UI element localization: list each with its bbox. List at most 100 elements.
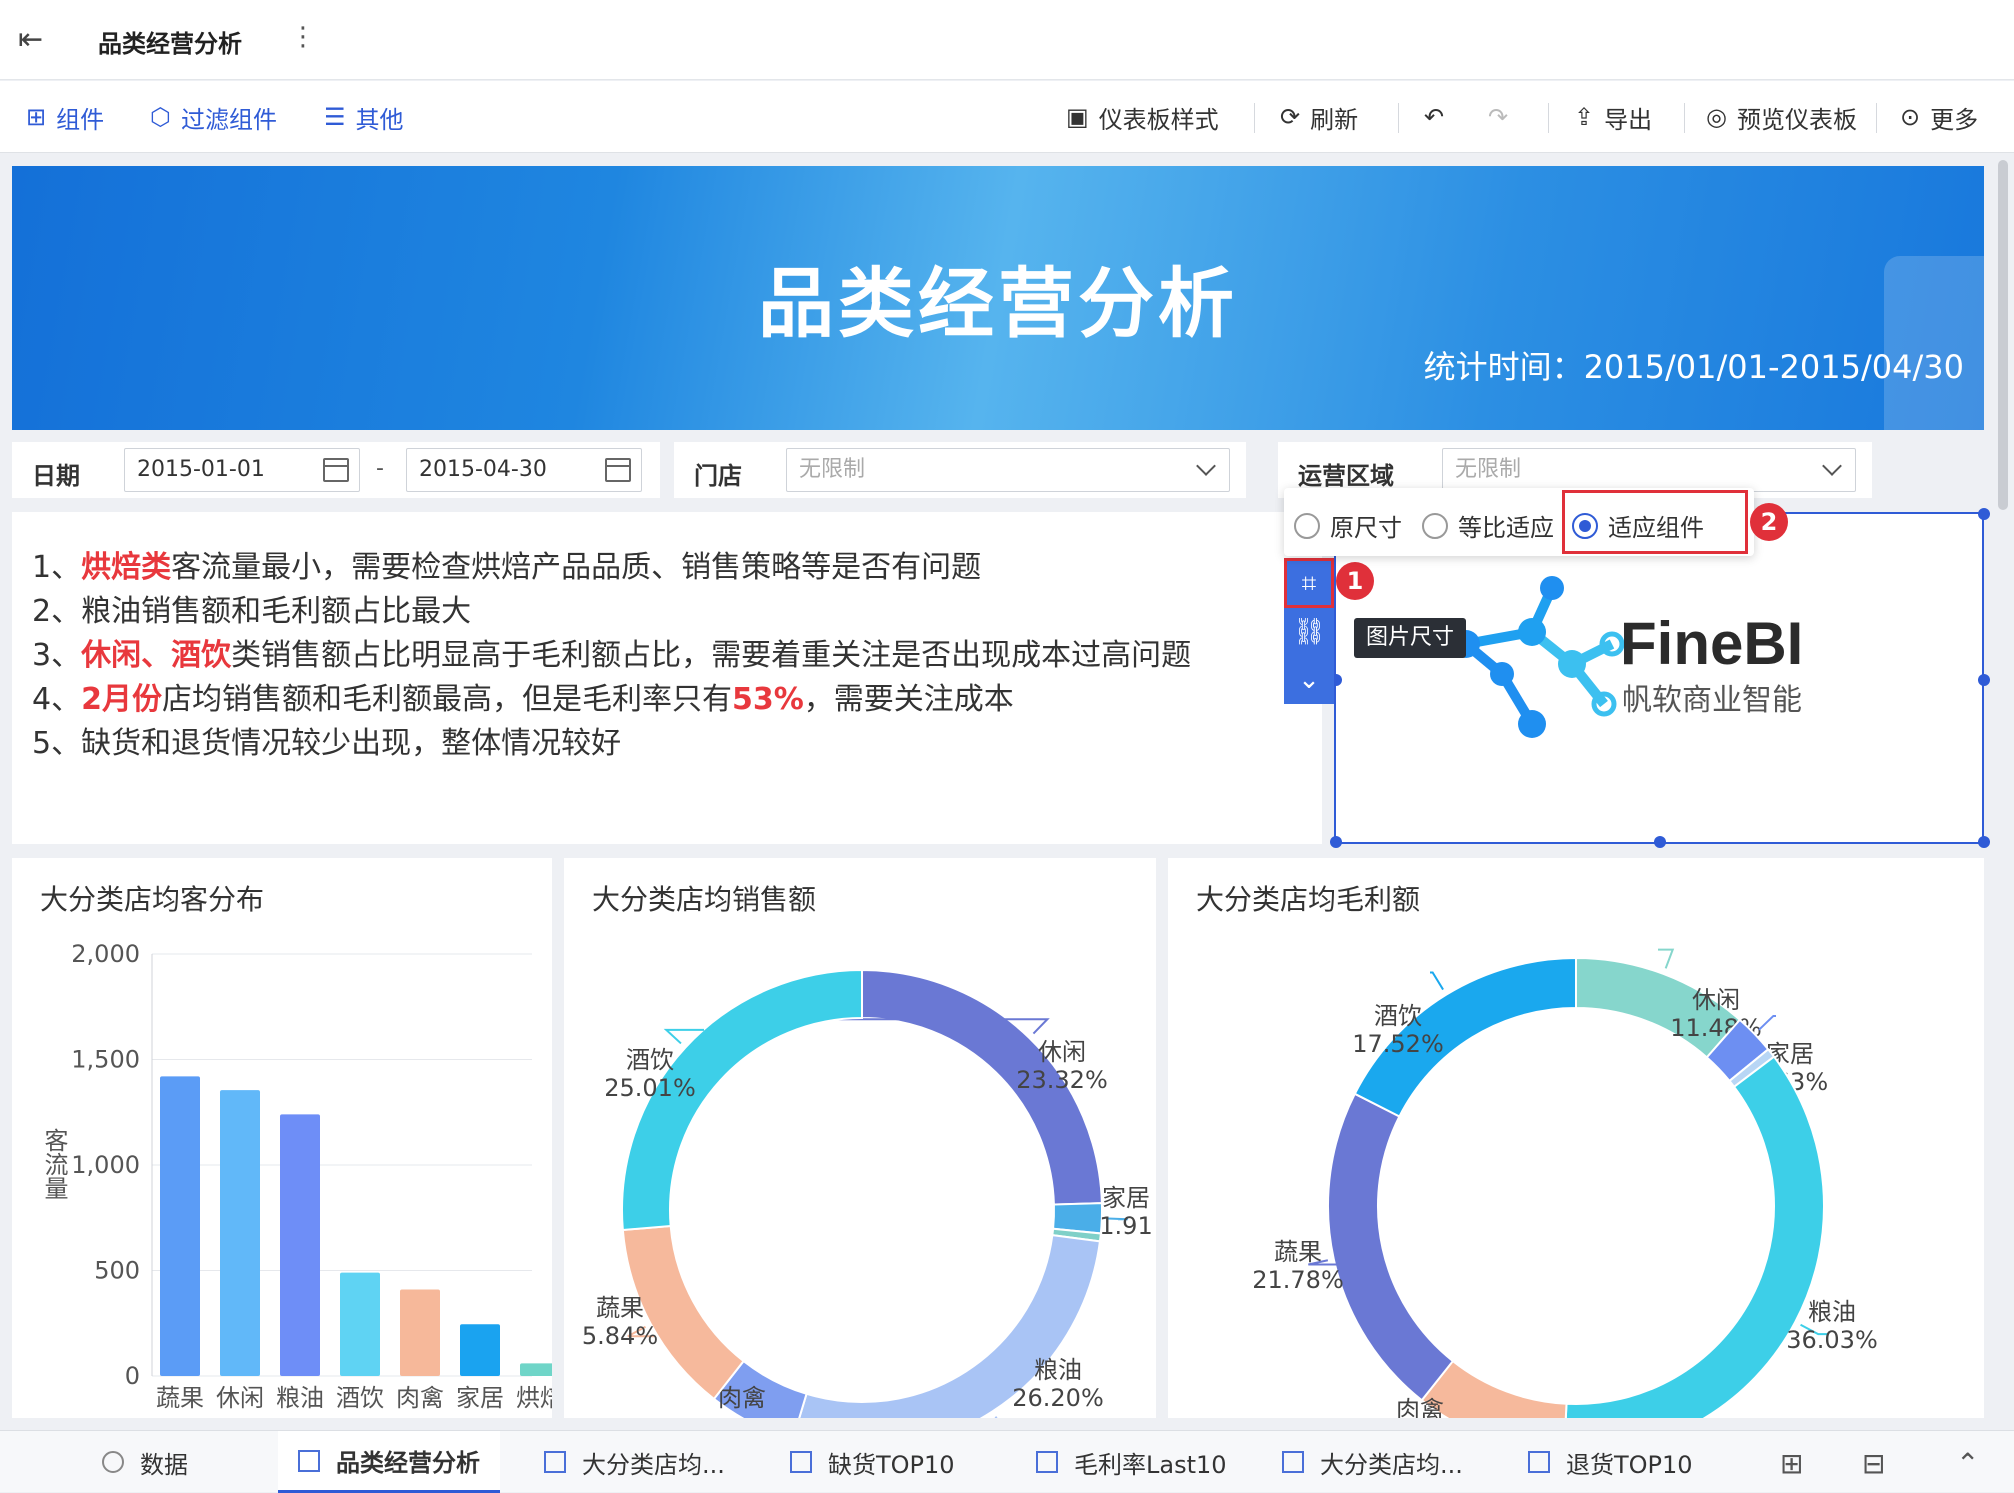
resize-handle[interactable] <box>1330 836 1342 848</box>
bar-chart-panel[interactable]: 大分类店均客分布 2,000 1,500 1,000 500 0 客流量 蔬果 休闲 粮油 酒饮肉… <box>12 858 552 1418</box>
undo-button[interactable]: ↶ <box>1424 99 1454 135</box>
tab-sheet-3[interactable]: 毛利率Last10 <box>1036 1431 1227 1493</box>
slice-value-label: 17.52% <box>1352 1030 1444 1058</box>
slice-name-label: 家居 <box>1102 1184 1150 1212</box>
slice-value-label: 5.84% <box>582 1322 658 1350</box>
style-icon: ▣ <box>1066 103 1089 131</box>
x-tick-label: 休闲 <box>216 1384 264 1412</box>
image-component[interactable]: FineBI 帆软商业智能 <box>1330 508 1990 848</box>
tab-category-analysis[interactable]: 品类经营分析 <box>278 1431 500 1493</box>
tab-sheet-4[interactable]: 大分类店均... <box>1282 1431 1463 1493</box>
chevron-circle-icon[interactable]: ⌄ <box>1293 664 1325 696</box>
refresh-button[interactable]: ⟳ 刷新 <box>1280 99 1358 135</box>
chevron-down-icon <box>1196 456 1216 476</box>
chart-title: 大分类店均毛利额 <box>1196 883 1421 916</box>
bar <box>220 1090 260 1376</box>
toolbar-divider <box>1254 103 1255 133</box>
radio-original-size[interactable]: 原尺寸 <box>1294 508 1402 543</box>
chevron-down-icon <box>1822 456 1842 476</box>
store-select[interactable]: 无限制 <box>786 448 1230 492</box>
radio-proportional[interactable]: 等比适应 <box>1422 508 1554 543</box>
logo-subtext: 帆软商业智能 <box>1622 683 1802 718</box>
preview-dashboard-button[interactable]: ◎ 预览仪表板 <box>1706 99 1857 135</box>
slice-value-label: 25.01% <box>604 1074 696 1102</box>
add-component-icon[interactable]: ⊞ <box>1780 1447 1803 1480</box>
x-tick-label: 粮油 <box>276 1384 324 1412</box>
banner-title: 品类经营分析 <box>758 259 1238 348</box>
bar-chart-icon <box>790 1451 812 1473</box>
slice-value-label: 26.20% <box>1012 1384 1104 1412</box>
vertical-dots-icon[interactable]: ⋮ <box>290 22 316 52</box>
bar <box>520 1363 552 1376</box>
resize-handle[interactable] <box>1978 508 1990 520</box>
insight-text-panel[interactable]: 1、烘焙类客流量最小，需要检查烘焙产品品质、销售策略等是否有问题 2、粮油销售额… <box>12 512 1322 844</box>
add-dashboard-icon[interactable]: ⊟ <box>1862 1447 1885 1480</box>
store-filter: 门店 无限制 <box>674 442 1246 498</box>
link-icon[interactable]: ⛓ <box>1293 616 1326 648</box>
filter-component-button[interactable]: ⬡ 过滤组件 <box>150 99 277 135</box>
vertical-scrollbar[interactable] <box>1998 160 2008 510</box>
resize-handle[interactable] <box>1978 674 1990 686</box>
date-to-input[interactable]: 2015-04-30 <box>406 448 642 492</box>
tab-sheet-1[interactable]: 大分类店均... <box>544 1431 725 1493</box>
add-chart-icon: ⊞ <box>26 103 47 131</box>
slice-name-label: 蔬果 <box>596 1294 644 1322</box>
step-badge-2: 2 <box>1750 503 1788 541</box>
exit-icon[interactable]: ⇤ <box>18 22 52 57</box>
radio-circle <box>1294 512 1320 539</box>
store-label: 门店 <box>694 462 742 490</box>
dashboard-icon <box>298 1449 320 1472</box>
slice-value-label: 21.78% <box>1252 1266 1344 1294</box>
bar-chart-icon <box>1528 1451 1550 1473</box>
toolbar-divider <box>1876 103 1877 133</box>
slice-name-label: 酒饮 <box>626 1046 674 1074</box>
other-button[interactable]: ☰ 其他 <box>324 99 404 135</box>
step-badge-1: 1 <box>1336 562 1374 600</box>
slice-value-label: 23.32% <box>1016 1066 1108 1094</box>
resize-handle[interactable] <box>1978 836 1990 848</box>
more-button[interactable]: ⊙ 更多 <box>1900 99 1978 135</box>
date-filter: 日期 2015-01-01 - 2015-04-30 <box>12 442 660 498</box>
undo-icon: ↶ <box>1424 103 1445 131</box>
x-tick-label: 烘焙 <box>516 1384 552 1412</box>
bar-chart-icon <box>544 1451 566 1473</box>
refresh-icon: ⟳ <box>1280 103 1301 131</box>
bar <box>400 1289 440 1376</box>
calendar-icon <box>323 458 349 482</box>
export-button[interactable]: ⇪ 导出 <box>1574 99 1652 135</box>
sales-donut-panel[interactable]: 大分类店均销售额 休闲 23.32% 家居 1.91 粮油 26.20% 肉禽 蔬果 5.84%… <box>564 858 1156 1418</box>
y-tick-label: 500 <box>94 1257 140 1285</box>
resize-handle[interactable] <box>1654 836 1666 848</box>
profit-donut-chart: 休闲11.48%家居2.63%粮油36.03%肉禽蔬果21.78%酒饮17.52… <box>1252 948 1878 1418</box>
highlight-box-2 <box>1562 490 1748 554</box>
insight-line: 5、缺货和退货情况较少出现，整体情况较好 <box>32 726 622 761</box>
x-tick-label: 酒饮 <box>336 1384 384 1412</box>
bar <box>340 1272 380 1376</box>
component-button[interactable]: ⊞ 组件 <box>26 99 104 135</box>
date-from-input[interactable]: 2015-01-01 <box>124 448 360 492</box>
profit-donut-panel[interactable]: 大分类店均毛利额 休闲11.48%家居2.63%粮油36.03%肉禽蔬果21.7… <box>1168 858 1984 1418</box>
slice-name-label: 蔬果 <box>1274 1238 1322 1266</box>
slice-value-label: 1.91 <box>1099 1212 1152 1240</box>
insight-line: 4、2月份店均销售额和毛利额最高，但是毛利率只有53%，需要关注成本 <box>32 682 1014 717</box>
title-banner[interactable]: 品类经营分析 统计时间：2015/01/01-2015/04/30 <box>12 166 1984 430</box>
more-circle-icon: ⊙ <box>1900 103 1921 131</box>
export-icon: ⇪ <box>1574 103 1595 131</box>
dashboard-style-button[interactable]: ▣ 仪表板样式 <box>1066 99 1219 135</box>
collapse-up-icon[interactable]: ⌃ <box>1956 1447 1979 1480</box>
toolbar: ⊞ 组件 ⬡ 过滤组件 ☰ 其他 ▣ 仪表板样式 ⟳ 刷新 ↶ ↷ ⇪ 导出 ◎ 预览仪表板 … <box>0 81 2014 153</box>
preview-icon: ◎ <box>1706 103 1727 131</box>
region-select[interactable]: 无限制 <box>1442 448 1856 492</box>
slice-value-label: 36.03% <box>1786 1326 1878 1354</box>
slice-name-label: 休闲 <box>1038 1038 1086 1066</box>
redo-button[interactable]: ↷ <box>1488 99 1518 135</box>
tab-sheet-5[interactable]: 退货TOP10 <box>1528 1431 1693 1493</box>
tab-sheet-2[interactable]: 缺货TOP10 <box>790 1431 955 1493</box>
sales-donut-chart: 休闲23.32% 家居1.91 粮油26.20% 肉禽 蔬果5.84% 酒饮25.01% <box>582 968 1153 1418</box>
insight-line: 2、粮油销售额和毛利额占比最大 <box>32 594 472 629</box>
y-tick-label: 1,000 <box>71 1151 140 1179</box>
date-separator: - <box>376 456 384 481</box>
slice-name-label: 酒饮 <box>1374 1002 1422 1030</box>
tab-data[interactable]: 数据 <box>92 1431 198 1493</box>
bar-chart-icon <box>1282 1451 1304 1473</box>
